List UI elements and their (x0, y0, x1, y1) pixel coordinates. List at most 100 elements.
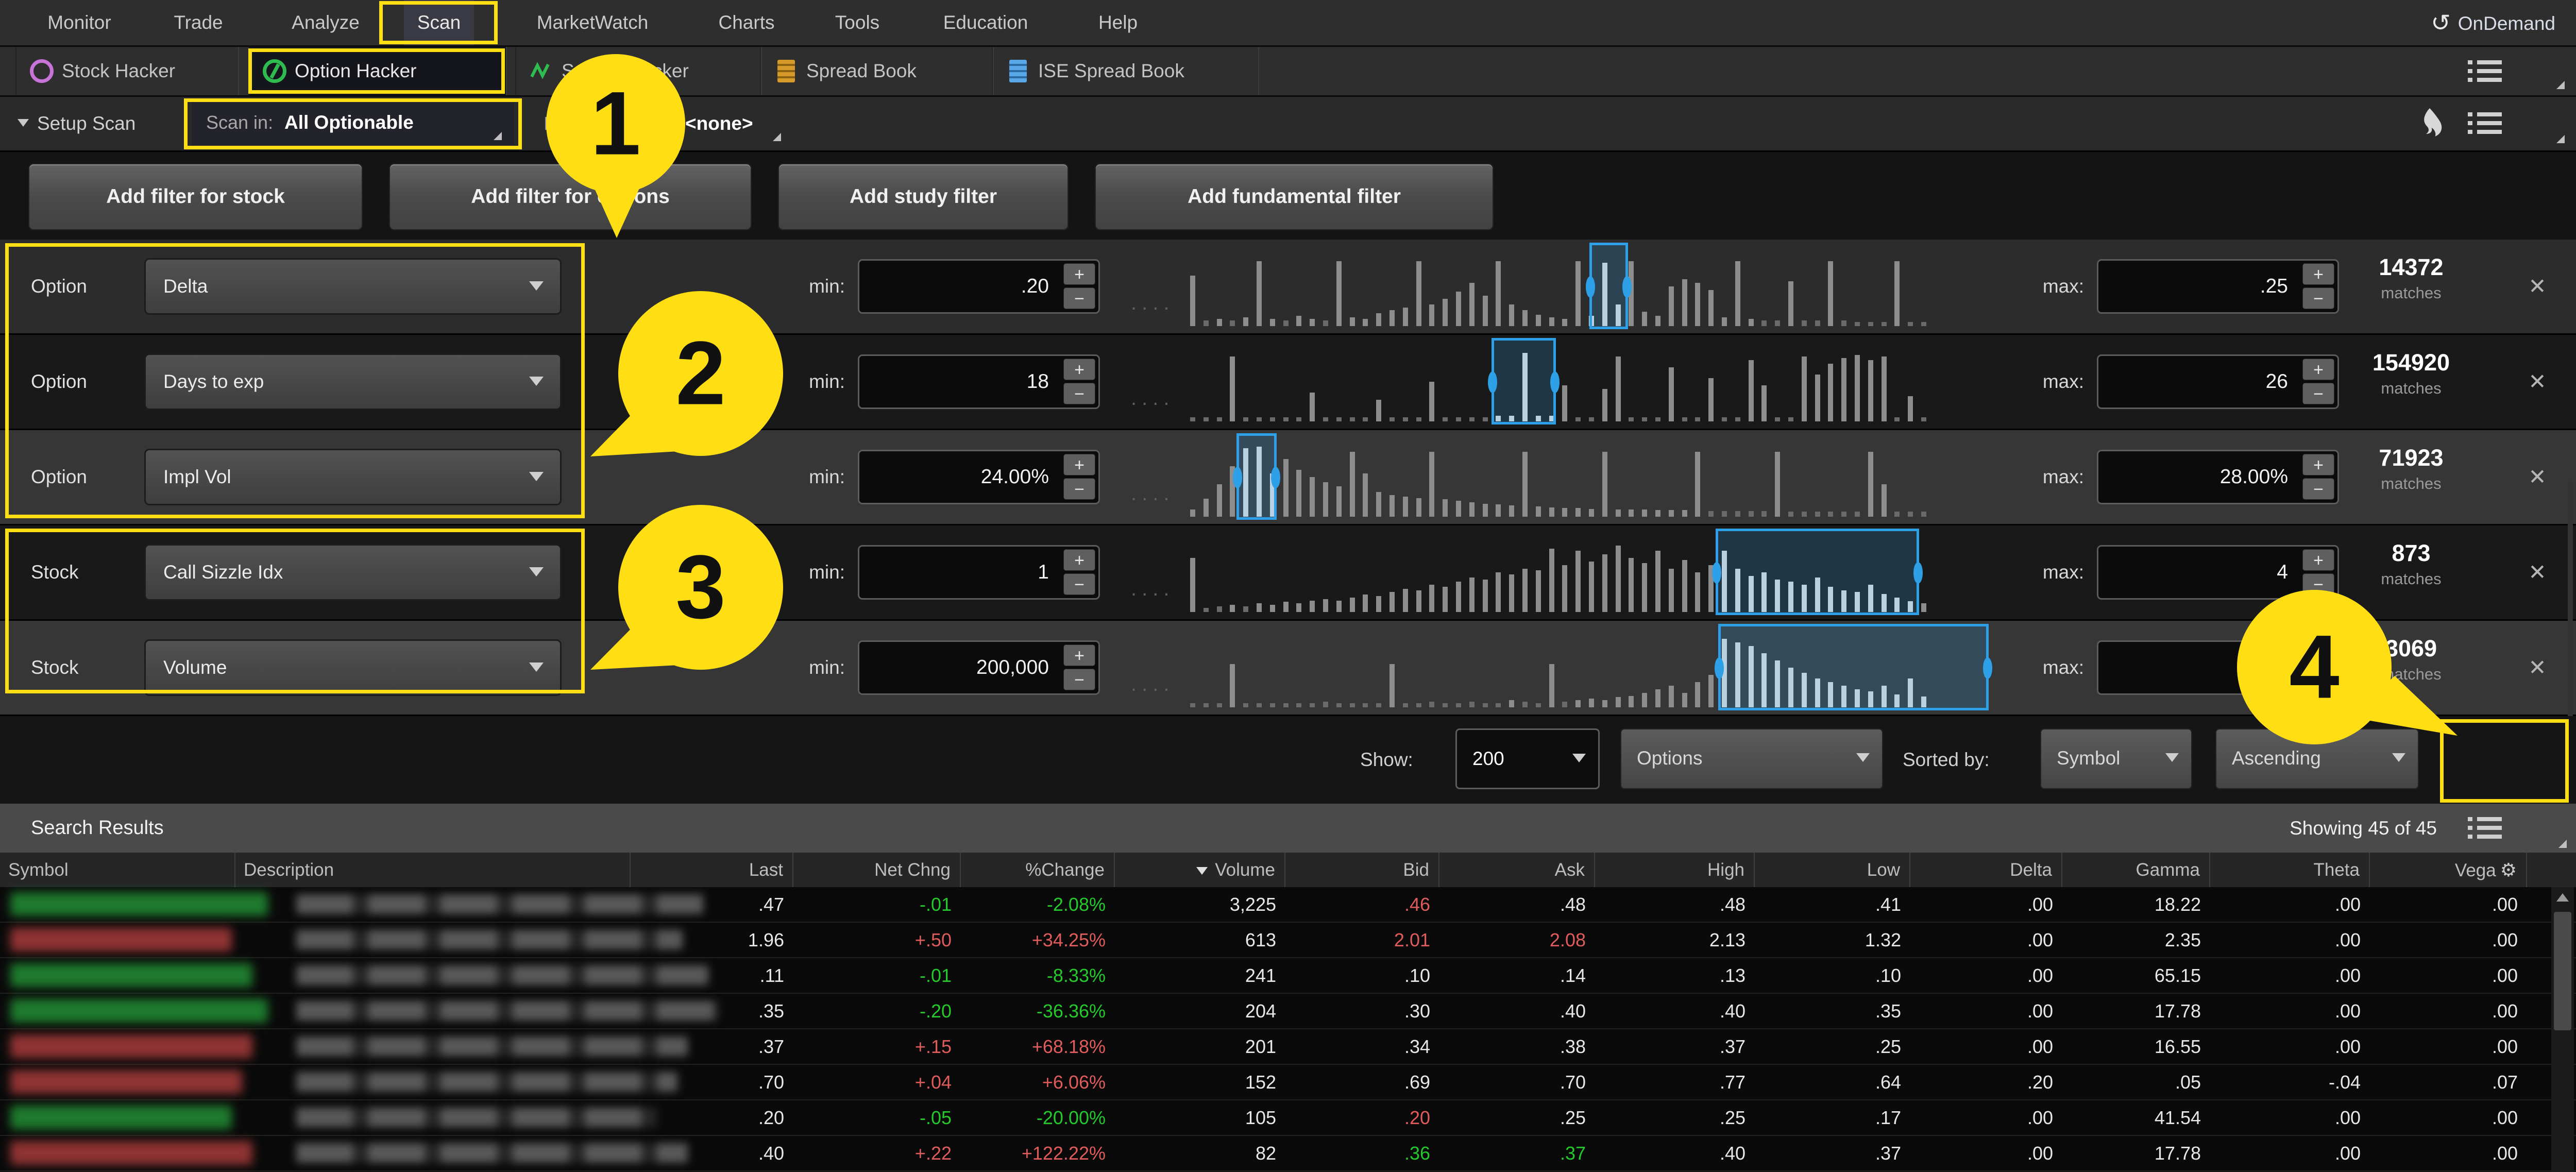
add-filter-for-options-button[interactable]: Add filter for options (389, 163, 752, 230)
tab-ise-spread-book[interactable]: ISE Spread Book (992, 47, 1259, 95)
stepper[interactable]: +− (2302, 263, 2334, 310)
setup-scan-toggle[interactable]: Setup Scan (18, 97, 135, 150)
scrollbar-thumb[interactable] (2554, 912, 2571, 1030)
increment-button[interactable]: + (1063, 644, 1095, 666)
menu-item-analyze[interactable]: Analyze (292, 0, 360, 45)
decrement-button[interactable]: − (2302, 478, 2334, 500)
range-handle-left[interactable] (1715, 657, 1724, 679)
min-input[interactable]: 200,000+− (858, 640, 1100, 695)
stepper[interactable]: +− (2302, 549, 2334, 596)
ondemand-button[interactable]: ↺OnDemand (2431, 0, 2555, 45)
add-filter-for-stock-button[interactable]: Add filter for stock (28, 163, 363, 230)
tab-option-hacker[interactable]: Option Hacker (248, 47, 507, 95)
column-header-volume[interactable]: Volume (1115, 853, 1285, 887)
remove-filter-button[interactable]: ✕ (2519, 240, 2555, 333)
increment-button[interactable]: + (2302, 263, 2334, 285)
remove-filter-button[interactable]: ✕ (2519, 525, 2555, 619)
range-handle-left[interactable] (1233, 467, 1242, 488)
table-row[interactable]: .37+.15+68.18%201.34.38.37.25.0016.55.00… (0, 1029, 2576, 1065)
range-selection[interactable] (1716, 529, 1919, 615)
result-type-select[interactable]: Options (1620, 728, 1883, 789)
increment-button[interactable]: + (2302, 549, 2334, 571)
range-selection[interactable] (1718, 624, 1989, 710)
scroll-up-icon[interactable] (2556, 893, 2569, 902)
decrement-button[interactable]: − (2302, 573, 2334, 595)
increment-button[interactable]: + (1063, 359, 1095, 380)
column-header-net chng[interactable]: Net Chng (793, 853, 961, 887)
column-header-symbol[interactable]: Symbol (0, 853, 235, 887)
min-input[interactable]: .20+− (858, 259, 1100, 314)
table-row[interactable]: .70+.04+6.06%152.69.70.77.64.20.05-.04.0… (0, 1065, 2576, 1100)
menu-item-marketwatch[interactable]: MarketWatch (537, 0, 649, 45)
column-header-pctchange[interactable]: %Change (961, 853, 1115, 887)
range-handle-right[interactable] (1550, 371, 1560, 393)
table-row[interactable]: .35-.20-36.36%204.30.40.40.35.0017.78.00… (0, 994, 2576, 1029)
add-fundamental-filter-button[interactable]: Add fundamental filter (1095, 163, 1494, 230)
increment-button[interactable]: + (2302, 359, 2334, 380)
min-input[interactable]: 24.00%+− (858, 450, 1100, 504)
menu-item-tools[interactable]: Tools (835, 0, 879, 45)
stepper[interactable]: +− (1063, 263, 1095, 310)
stepper[interactable]: +− (1063, 454, 1095, 500)
remove-filter-button[interactable]: ✕ (2519, 335, 2555, 429)
increment-button[interactable]: + (1063, 454, 1095, 475)
menu-item-trade[interactable]: Trade (174, 0, 223, 45)
column-header-vega[interactable]: Vega⚙ (2370, 853, 2527, 887)
tab-spread-hacker[interactable]: Spread Hacker (515, 47, 762, 95)
max-input[interactable]: 4+− (2097, 545, 2339, 600)
menu-item-education[interactable]: Education (943, 0, 1028, 45)
remove-filter-button[interactable]: ✕ (2519, 621, 2555, 715)
range-handle-right[interactable] (1622, 276, 1632, 298)
stepper[interactable]: +− (2302, 359, 2334, 405)
panel-menu-icon[interactable] (2468, 110, 2502, 137)
gear-icon[interactable]: ⚙ (2500, 859, 2517, 880)
resize-corner-icon[interactable] (2558, 840, 2567, 848)
decrement-button[interactable]: − (1063, 287, 1095, 309)
flame-icon[interactable] (2416, 107, 2443, 143)
column-header-theta[interactable]: Theta (2210, 853, 2370, 887)
decrement-button[interactable]: − (1063, 573, 1095, 595)
increment-button[interactable]: + (1063, 549, 1095, 571)
column-header-description[interactable]: Description (235, 853, 631, 887)
max-input[interactable]: .25+− (2097, 259, 2339, 314)
decrement-button[interactable]: − (2302, 287, 2334, 309)
range-handle-left[interactable] (1586, 276, 1595, 298)
tab-stock-hacker[interactable]: Stock Hacker (15, 47, 239, 95)
table-row[interactable]: .20-.05-20.00%105.20.25.25.17.0041.54.00… (0, 1100, 2576, 1136)
add-study-filter-button[interactable]: Add study filter (778, 163, 1069, 230)
range-selection[interactable] (1589, 243, 1628, 329)
menu-item-monitor[interactable]: Monitor (47, 0, 111, 45)
column-header-high[interactable]: High (1595, 853, 1755, 887)
table-row[interactable]: 1.96+.50+34.25%6132.012.082.131.32.002.3… (0, 923, 2576, 958)
menu-item-help[interactable]: Help (1098, 0, 1138, 45)
menu-item-scan[interactable]: Scan (404, 0, 474, 45)
column-header-low[interactable]: Low (1755, 853, 1910, 887)
column-header-delta[interactable]: Delta (1910, 853, 2062, 887)
column-header-gamma[interactable]: Gamma (2062, 853, 2210, 887)
decrement-button[interactable]: − (2302, 383, 2334, 404)
increment-button[interactable]: + (1063, 263, 1095, 285)
range-handle-left[interactable] (1488, 371, 1497, 393)
range-handle-right[interactable] (1271, 467, 1280, 488)
increment-button[interactable]: + (2302, 454, 2334, 475)
show-count-select[interactable]: 200 (1455, 728, 1600, 789)
range-selection[interactable] (1492, 338, 1556, 424)
scan-in-dropdown[interactable]: Scan in: All Optionable (192, 100, 514, 145)
decrement-button[interactable]: − (1063, 383, 1095, 404)
table-row[interactable]: .47-.01-2.08%3,225.46.48.48.41.0018.22.0… (0, 887, 2576, 923)
column-header-bid[interactable]: Bid (1285, 853, 1439, 887)
stepper[interactable]: +− (1063, 359, 1095, 405)
range-handle-left[interactable] (1712, 562, 1721, 584)
min-input[interactable]: 18+− (858, 354, 1100, 409)
menu-item-charts[interactable]: Charts (719, 0, 775, 45)
sort-field-select[interactable]: Symbol (2040, 728, 2192, 789)
max-input[interactable]: 28.00%+− (2097, 450, 2339, 504)
range-selection[interactable] (1236, 433, 1277, 520)
column-header-last[interactable]: Last (631, 853, 793, 887)
remove-filter-button[interactable]: ✕ (2519, 430, 2555, 524)
decrement-button[interactable]: − (1063, 669, 1095, 690)
column-header-ask[interactable]: Ask (1439, 853, 1595, 887)
results-menu-icon[interactable] (2468, 815, 2502, 842)
range-handle-right[interactable] (1913, 562, 1923, 584)
stepper[interactable]: +− (2302, 454, 2334, 500)
